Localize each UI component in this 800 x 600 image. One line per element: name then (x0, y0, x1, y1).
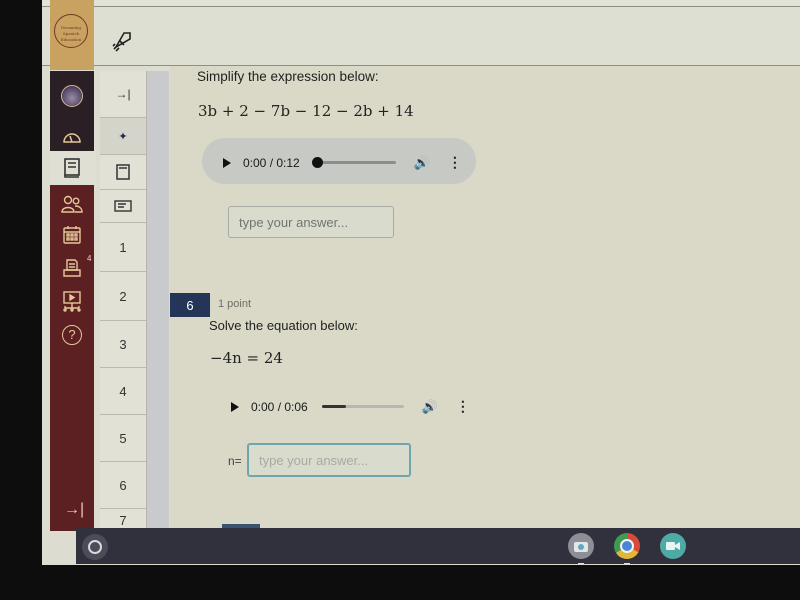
question-6-audio-controls: 0:00 / 0:06 🔊 ⋮ (231, 398, 470, 415)
logo[interactable]: Dreaming Spanish Education (50, 0, 94, 70)
calendar-icon[interactable] (61, 224, 83, 246)
header-bar (42, 7, 800, 66)
more-options-icon[interactable]: ⋮ (448, 154, 462, 171)
collapse-icon: →| (115, 87, 131, 101)
quiz-content: Simplify the expression below: 3b + 2 − … (170, 66, 800, 536)
collapse-subnav-button[interactable]: →| (100, 71, 146, 118)
meet-app[interactable] (660, 533, 686, 559)
subnav-rail (147, 71, 169, 531)
question-link-1[interactable]: 1 (100, 223, 146, 272)
screen: Dreaming Spanish Education 4 ? →| →| ✦ 1… (42, 0, 800, 565)
global-nav: 4 ? →| (50, 71, 96, 531)
inbox-icon[interactable] (61, 257, 83, 279)
os-shelf (76, 528, 800, 565)
question-6-number: 6 (170, 293, 210, 317)
question-6-points: 1 point (218, 298, 252, 310)
pin-button[interactable]: ✦ (100, 118, 146, 155)
launcher-button[interactable] (82, 534, 108, 560)
question-6-prompt: Solve the equation below: (209, 318, 358, 333)
book-icon[interactable] (61, 157, 83, 179)
audio-seek-bar[interactable] (321, 405, 404, 408)
camera-icon (574, 542, 588, 552)
audio-time: 0:00 / 0:12 (243, 155, 300, 170)
audio-time: 0:00 / 0:06 (251, 399, 308, 414)
running-indicator (578, 563, 584, 565)
buffered-fill (321, 405, 347, 408)
avatar-icon[interactable] (61, 85, 83, 107)
text-icon-button[interactable] (100, 190, 146, 223)
text-icon (114, 200, 132, 212)
seek-thumb[interactable] (311, 157, 323, 168)
audio-seek-bar[interactable] (311, 157, 396, 168)
more-options-icon[interactable]: ⋮ (456, 398, 470, 415)
top-strip (42, 0, 800, 7)
chrome-app[interactable] (614, 533, 640, 565)
answer-label-n: n= (228, 454, 242, 468)
logo-badge: Dreaming Spanish Education (54, 14, 88, 48)
question-5-prompt: Simplify the expression below: (197, 69, 379, 84)
course-subnav: →| ✦ 1 2 3 4 5 6 7 (100, 71, 147, 531)
question-6-answer-input[interactable]: type your answer... (247, 443, 411, 477)
running-indicator (624, 563, 630, 565)
video-camera-icon (666, 542, 680, 550)
volume-icon[interactable]: 🔊 (422, 399, 438, 415)
rocket-icon[interactable] (110, 29, 134, 53)
pin-icon: ✦ (118, 130, 128, 143)
inbox-badge: 4 (87, 254, 92, 263)
question-5-audio-controls: 0:00 / 0:12 🔊 ⋮ (223, 154, 462, 171)
help-icon[interactable]: ? (61, 324, 83, 346)
question-5-expression: 3b + 2 − 7b − 12 − 2b + 14 (198, 102, 414, 120)
volume-icon[interactable]: 🔊 (414, 155, 430, 171)
question-link-5[interactable]: 5 (100, 415, 146, 462)
speedometer-icon[interactable] (61, 125, 83, 147)
play-icon[interactable] (231, 401, 239, 412)
camera-app[interactable] (568, 533, 594, 565)
presentation-icon[interactable] (61, 290, 83, 312)
question-link-6[interactable]: 6 (100, 462, 146, 509)
users-icon[interactable] (61, 193, 83, 215)
launcher-icon (88, 540, 102, 554)
page-icon-button[interactable] (100, 155, 146, 190)
question-link-2[interactable]: 2 (100, 272, 146, 321)
question-link-3[interactable]: 3 (100, 321, 146, 368)
question-link-4[interactable]: 4 (100, 368, 146, 415)
question-5-answer-input[interactable]: type your answer... (228, 206, 394, 238)
expand-nav-icon[interactable]: →| (64, 501, 84, 519)
play-icon[interactable] (223, 157, 231, 168)
question-6-equation: −4n = 24 (210, 349, 283, 367)
chrome-icon (620, 539, 634, 553)
page-icon (116, 164, 130, 180)
